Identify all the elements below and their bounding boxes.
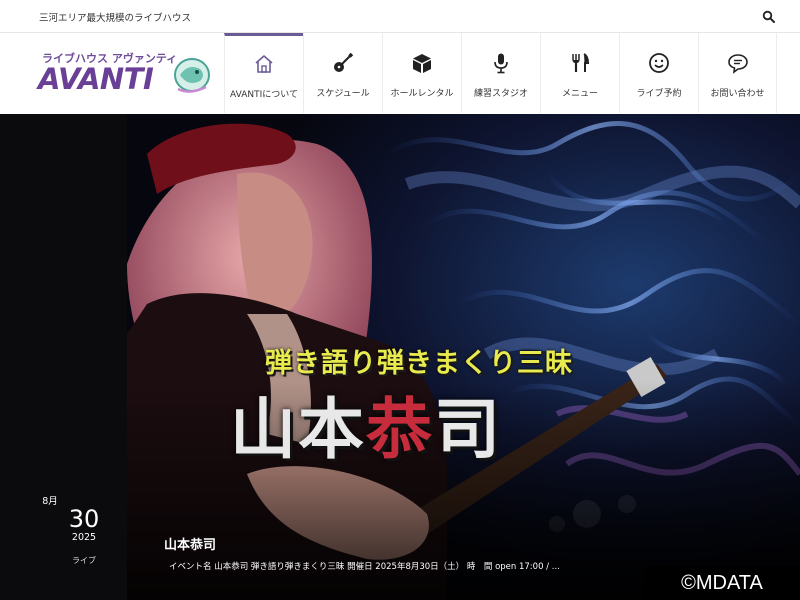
poster-artist-name: 山本恭司 (230, 376, 502, 472)
poster-name-part: 司 (434, 391, 502, 468)
nav-item-menu[interactable]: メニュー (540, 33, 619, 113)
event-category[interactable]: ライブ (68, 555, 100, 566)
site-header: ライブハウス アヴァンティ AVANTI AVANTIについて スケジュール ホ… (0, 33, 800, 114)
poster-name-part: 恭 (366, 391, 434, 468)
nav-item-schedule[interactable]: スケジュール (303, 33, 382, 113)
nav-item-label: 練習スタジオ (473, 89, 528, 99)
nav-item-label: AVANTIについて (230, 90, 298, 100)
hero-slider[interactable]: 弾き語り弾きまくり三昧 山本恭司 8月 30 2025 ライブ 山本恭司 イベン… (0, 114, 800, 600)
search-icon[interactable] (762, 10, 776, 24)
event-excerpt: イベント名 山本恭司 弾き語り弾きまくり三昧 開催日 2025年8月30日（土）… (169, 562, 560, 572)
top-bar: 三河エリア最大規模のライブハウス (0, 0, 800, 33)
event-day: 30 (68, 505, 100, 533)
microphone-icon (494, 53, 508, 74)
chat-bubble-icon (727, 54, 748, 74)
poster-name-part: 山本 (230, 391, 366, 468)
poster-subtitle: 弾き語り弾きまくり三昧 (265, 348, 573, 379)
nav-item-label: ライブ予約 (636, 89, 682, 99)
guitar-icon (334, 52, 354, 72)
logo-name: AVANTI (38, 62, 154, 96)
box-icon (413, 54, 431, 73)
site-logo[interactable]: ライブハウス アヴァンティ AVANTI (38, 49, 218, 99)
nav-item-label: メニュー (561, 89, 598, 99)
nav-item-studio[interactable]: 練習スタジオ (461, 33, 540, 113)
nav-item-hall-rental[interactable]: ホールレンタル (382, 33, 461, 113)
main-nav: AVANTIについて スケジュール ホールレンタル 練習スタジオ メニュー ライ… (224, 33, 800, 114)
copyright-watermark: ©MDATA (644, 566, 800, 600)
fork-knife-icon (572, 53, 590, 72)
fish-logo-icon (174, 58, 210, 93)
nav-item-label: お問い合わせ (710, 89, 765, 99)
nav-item-label: ホールレンタル (390, 89, 454, 99)
event-year: 2025 (71, 532, 97, 543)
nav-item-contact[interactable]: お問い合わせ (698, 33, 777, 113)
nav-item-about[interactable]: AVANTIについて (224, 33, 303, 113)
nav-item-label: スケジュール (316, 89, 370, 99)
nav-item-reservation[interactable]: ライブ予約 (619, 33, 698, 113)
event-title-link[interactable]: 山本恭司 (164, 534, 216, 553)
smiley-icon (649, 53, 669, 73)
site-tagline: 三河エリア最大規模のライブハウス (39, 13, 192, 24)
home-icon (255, 55, 273, 73)
